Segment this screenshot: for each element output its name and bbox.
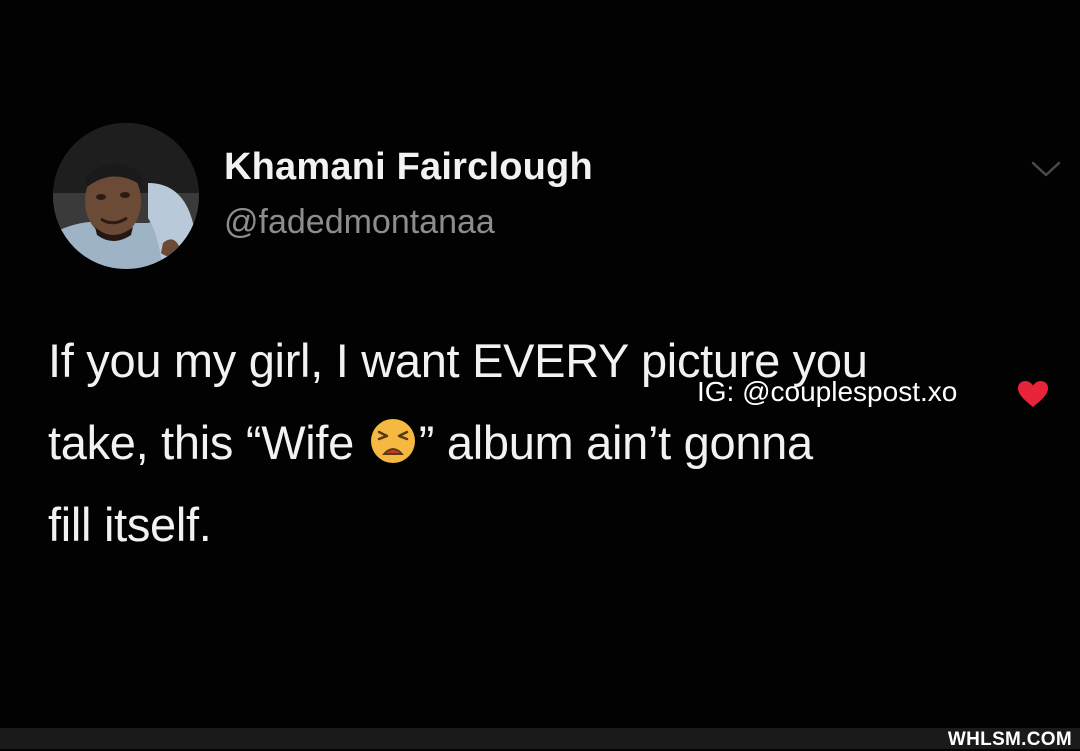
footer-bar (0, 728, 1080, 749)
site-logo: WHLSM.COM (947, 729, 1072, 750)
tweet-card: Khamani Fairclough @fadedmontanaa If you… (0, 0, 1080, 728)
ig-watermark: IG: @couplespost.xo (697, 376, 958, 407)
chevron-down-icon[interactable] (1030, 158, 1062, 180)
red-heart-icon (1018, 381, 1048, 407)
tweet-text-line: take, this “Wife ” album ain’t gonna (48, 402, 1058, 484)
avatar[interactable] (53, 123, 199, 269)
display-name[interactable]: Khamani Fairclough (224, 146, 593, 189)
tweet-text-segment: ” album ain’t gonna (418, 416, 813, 469)
weary-face-emoji-icon (370, 419, 415, 463)
avatar-photo-icon (53, 123, 199, 269)
tweet-text: If you my girl, I want EVERY picture you… (48, 320, 1058, 566)
tweet-text-line: fill itself. (48, 498, 212, 551)
tweet-text-segment: take, this “Wife (48, 416, 355, 469)
user-handle[interactable]: @fadedmontanaa (224, 203, 495, 242)
